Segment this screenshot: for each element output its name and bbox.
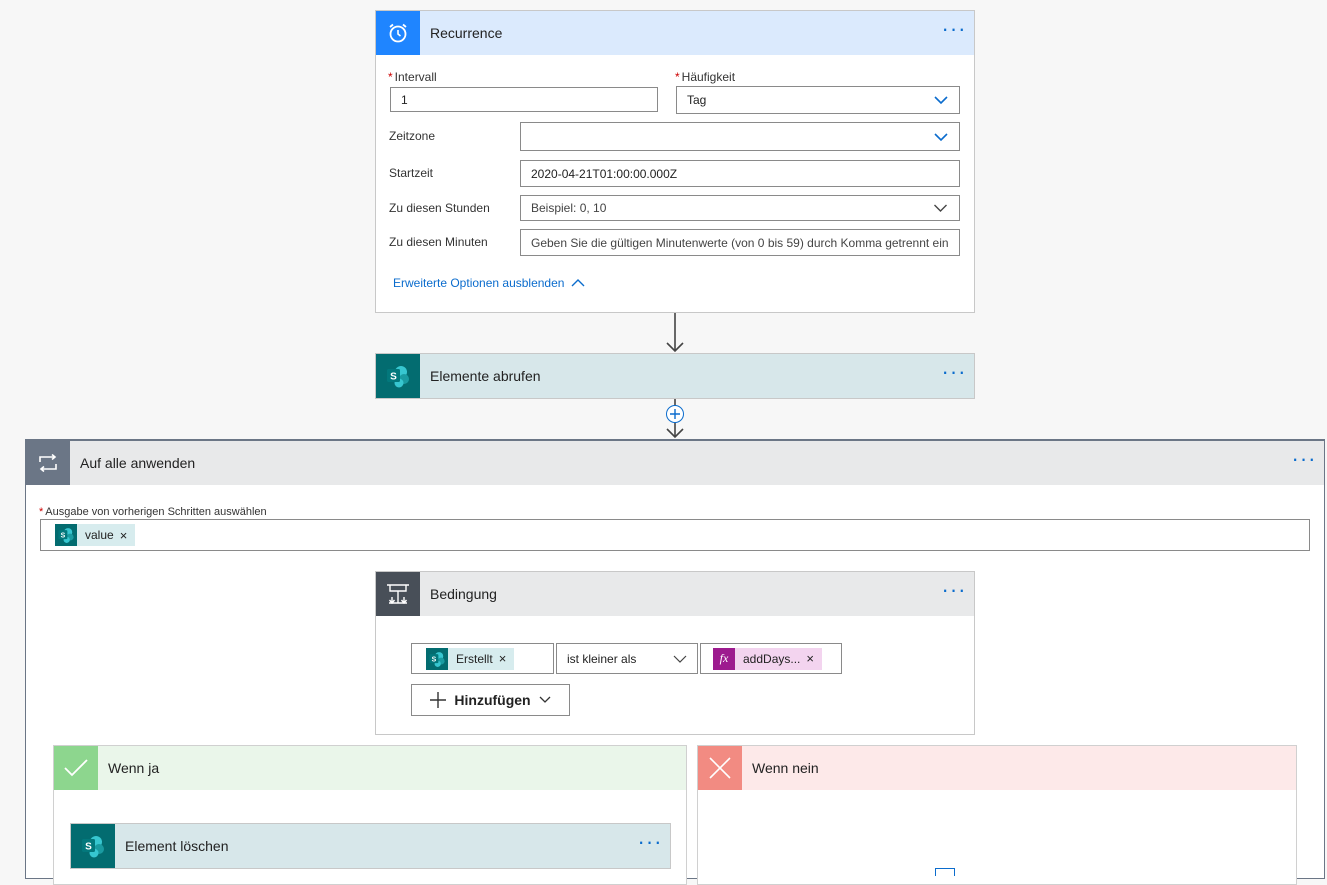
output-label: * Ausgabe von vorherigen Schritten auswäh… [39,506,267,518]
apply-to-each-title: Auf alle anwenden [80,455,196,471]
get-items-card[interactable]: S Elemente abrufen ··· [375,353,975,399]
branch-no-card: Wenn nein [697,745,1297,885]
chevron-down-icon [934,96,948,105]
adddays-token: fx addDays... × [713,647,822,670]
hours-label: Zu diesen Stunden [389,201,490,215]
interval-label: * Intervall [388,70,437,84]
sharepoint-icon: S [426,647,448,670]
value-token: S value × [55,524,136,546]
interval-input[interactable]: 1 [390,87,658,112]
starttime-label: Startzeit [389,166,434,180]
x-icon [698,746,742,790]
apply-to-each-card: Auf alle anwenden ··· * Ausgabe von vorhe… [25,439,1325,885]
output-input[interactable]: S value × [40,519,1310,551]
advanced-options-label: Erweiterte Optionen ausblenden [393,276,565,290]
condition-right-operand[interactable]: fx addDays... × [700,643,842,674]
svg-text:S: S [61,532,66,539]
remove-token-button[interactable]: × [499,651,507,666]
condition-operator-select[interactable]: ist kleiner als [556,643,698,674]
minutes-input[interactable]: Geben Sie die gültigen Minutenwerte (von… [520,229,960,256]
add-action-stub[interactable] [935,868,955,876]
recurrence-title: Recurrence [430,25,503,41]
plus-icon [430,692,447,708]
value-token-label: value [85,528,114,542]
add-step-icon[interactable] [666,405,684,423]
chevron-down-icon [673,655,687,663]
delete-item-card[interactable]: S Element löschen ··· [70,823,671,869]
condition-card: Bedingung ··· S Erstellt × ist kleiner a… [375,571,975,735]
erstellt-token: S Erstellt × [426,647,515,670]
chevron-down-icon [934,204,947,212]
branch-yes-card: Wenn ja S Element löschen ··· [53,745,687,885]
svg-text:S: S [432,656,437,663]
frequency-label: * Häufigkeit [675,70,736,84]
erstellt-token-label: Erstellt [456,651,493,666]
get-items-header[interactable]: S Elemente abrufen ··· [376,354,974,398]
add-condition-label: Hinzufügen [454,692,531,708]
alarm-clock-icon [376,11,420,55]
branch-no-header[interactable]: Wenn nein [698,746,1296,790]
condition-icon [376,572,420,616]
svg-text:S: S [85,842,92,853]
delete-item-menu-button[interactable]: ··· [630,831,670,855]
minutes-label: Zu diesen Minuten [389,235,488,249]
remove-token-button[interactable]: × [806,651,814,666]
condition-menu-button[interactable]: ··· [934,579,974,603]
remove-token-button[interactable]: × [120,528,128,543]
adddays-token-label: addDays... [743,651,801,666]
sharepoint-icon: S [71,824,115,868]
apply-to-each-header[interactable]: Auf alle anwenden ··· [26,441,1324,485]
branch-no-title: Wenn nein [752,760,819,776]
arrow-down-icon [666,313,684,353]
branch-yes-title: Wenn ja [108,760,160,776]
apply-to-each-menu-button[interactable]: ··· [1284,448,1324,472]
fx-icon: fx [713,647,735,670]
frequency-select[interactable]: Tag [676,86,960,114]
delete-item-header[interactable]: S Element löschen ··· [71,824,670,868]
hours-select[interactable]: Beispiel: 0, 10 [520,195,960,221]
starttime-input[interactable]: 2020-04-21T01:00:00.000Z [520,160,960,187]
condition-title: Bedingung [430,586,497,602]
add-condition-button[interactable]: Hinzufügen [411,684,570,716]
check-icon [54,746,98,790]
recurrence-header[interactable]: Recurrence ··· [376,11,974,55]
advanced-options-toggle[interactable]: Erweiterte Optionen ausblenden [393,276,585,290]
recurrence-card: Recurrence ··· * Intervall 1 * Häufigkeit … [375,10,975,313]
timezone-label: Zeitzone [389,129,436,143]
get-items-title: Elemente abrufen [430,368,541,384]
chevron-down-icon [934,132,948,141]
chevron-down-icon [539,696,551,703]
chevron-up-icon [571,279,585,287]
get-items-menu-button[interactable]: ··· [934,361,974,385]
sharepoint-icon: S [55,524,77,546]
branch-yes-header[interactable]: Wenn ja [54,746,686,790]
svg-text:S: S [390,372,397,383]
condition-header[interactable]: Bedingung ··· [376,572,974,616]
condition-left-operand[interactable]: S Erstellt × [411,643,554,674]
timezone-select[interactable] [520,122,960,151]
recurrence-menu-button[interactable]: ··· [934,18,974,42]
loop-icon [26,441,70,485]
delete-item-title: Element löschen [125,838,229,854]
sharepoint-icon: S [376,354,420,398]
